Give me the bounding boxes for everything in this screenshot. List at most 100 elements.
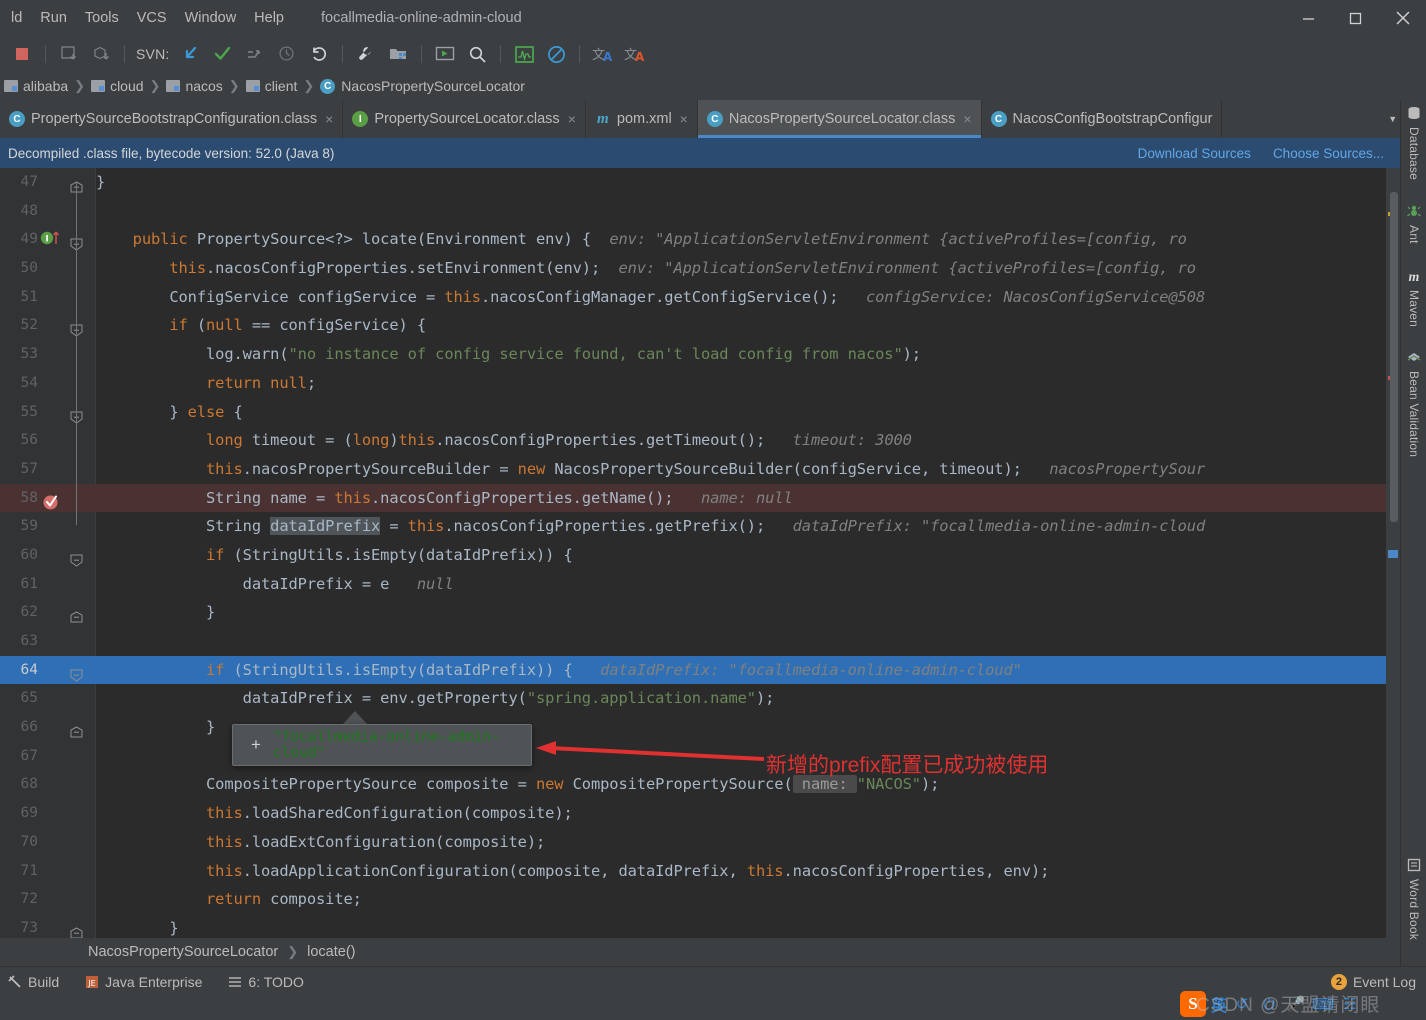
tab-nacos-config-bootstrap-configuration[interactable]: C NacosConfigBootstrapConfigur: [982, 100, 1223, 138]
code-line-70[interactable]: 70 this.loadExtConfiguration(composite);: [0, 828, 1400, 857]
download-sources-link[interactable]: Download Sources: [1138, 146, 1251, 161]
sidebar-item-ant[interactable]: Ant: [1401, 204, 1426, 244]
menu-bar: ld Run Tools VCS Window Help: [0, 7, 293, 29]
status-item-java-enterprise[interactable]: JE Java Enterprise: [85, 974, 202, 990]
choose-sources-link[interactable]: Choose Sources...: [1273, 146, 1384, 161]
breakpoint-verified-icon[interactable]: [42, 493, 60, 516]
code-line-73[interactable]: 73 }: [0, 914, 1400, 938]
fold-end-icon[interactable]: [70, 922, 83, 938]
value-hint-popup[interactable]: + "focallmedia-online-admin-cloud": [232, 724, 532, 766]
menu-item-build[interactable]: ld: [2, 7, 31, 29]
sidebar-item-database[interactable]: Database: [1401, 106, 1426, 180]
code-line-62[interactable]: 62 }: [0, 598, 1400, 627]
code-line-57[interactable]: 57 this.nacosPropertySourceBuilder = new…: [0, 455, 1400, 484]
breadcrumb-item-class[interactable]: C NacosPropertySourceLocator: [320, 78, 525, 94]
translate-red-icon[interactable]: 文A: [622, 41, 648, 67]
code-line-60[interactable]: 60 if (StringUtils.isEmpty(dataIdPrefix)…: [0, 541, 1400, 570]
tab-property-source-locator[interactable]: I PropertySourceLocator.class ×: [343, 100, 586, 138]
code-line-48[interactable]: 48: [0, 197, 1400, 226]
code-line-54[interactable]: 54 return null;: [0, 369, 1400, 398]
status-item-todo[interactable]: 6: TODO: [228, 974, 304, 990]
close-icon[interactable]: ×: [568, 111, 576, 127]
fold-start-icon[interactable]: [70, 549, 83, 567]
search-icon[interactable]: [464, 41, 490, 67]
code-line-61[interactable]: 61 dataIdPrefix = e null: [0, 570, 1400, 599]
sidebar-item-maven[interactable]: m Maven: [1401, 270, 1426, 327]
minimize-icon[interactable]: [1285, 0, 1332, 36]
code-line-72[interactable]: 72 return composite;: [0, 885, 1400, 914]
build-project-icon[interactable]: [385, 41, 411, 67]
sidebar-item-bean-validation[interactable]: Bean Validation: [1401, 350, 1426, 457]
revert-icon[interactable]: [306, 41, 332, 67]
bottom-breadcrumb-method[interactable]: locate(): [307, 944, 355, 960]
code-text: this.nacosPropertySourceBuilder = new Na…: [206, 459, 1206, 478]
code-line-69[interactable]: 69 this.loadSharedConfiguration(composit…: [0, 799, 1400, 828]
editor-scrollbar-vertical[interactable]: [1386, 168, 1400, 938]
svn-commit-check-icon[interactable]: [210, 41, 236, 67]
stop-icon[interactable]: [9, 41, 35, 67]
breadcrumb-item-cloud[interactable]: cloud: [91, 78, 144, 94]
menu-item-tools[interactable]: Tools: [76, 7, 128, 29]
wrench-icon[interactable]: [353, 41, 379, 67]
code-line-49[interactable]: 49 public PropertySource<?> locate(Envir…: [0, 225, 1400, 254]
svn-merge-icon[interactable]: [242, 41, 268, 67]
implemented-method-icon[interactable]: I: [40, 230, 62, 251]
menu-item-window[interactable]: Window: [176, 7, 246, 29]
code-line-50[interactable]: 50 this.nacosConfigProperties.setEnviron…: [0, 254, 1400, 283]
close-icon[interactable]: ×: [325, 111, 333, 127]
tab-nacos-property-source-locator[interactable]: C NacosPropertySourceLocator.class ×: [697, 100, 982, 138]
history-icon[interactable]: [274, 41, 300, 67]
code-line-59[interactable]: 59 String dataIdPrefix = this.nacosConfi…: [0, 512, 1400, 541]
code-line-51[interactable]: 51 ConfigService configService = this.na…: [0, 283, 1400, 312]
line-number: 50: [20, 260, 38, 277]
code-line-58[interactable]: 58 String name = this.nacosConfigPropert…: [0, 483, 1400, 513]
toolbox-icon[interactable]: ☷: [1338, 992, 1362, 1016]
code-line-56[interactable]: 56 long timeout = (long)this.nacosConfig…: [0, 426, 1400, 455]
tab-property-source-bootstrap-configuration[interactable]: C PropertySourceBootstrapConfiguration.c…: [0, 100, 344, 138]
breadcrumb-item-client[interactable]: client: [245, 78, 297, 94]
code-line-71[interactable]: 71 this.loadApplicationConfiguration(com…: [0, 857, 1400, 886]
commit-icon[interactable]: [88, 41, 114, 67]
tab-pom-xml[interactable]: m pom.xml ×: [586, 100, 698, 138]
tab-label: PropertySourceBootstrapConfiguration.cla…: [31, 111, 318, 127]
monitor-icon[interactable]: [511, 41, 537, 67]
svn-update-icon[interactable]: [178, 41, 204, 67]
power-icon[interactable]: ⏻: [1257, 992, 1281, 1016]
code-editor[interactable]: 47} 48 49 public PropertySource<?> locate(…: [0, 168, 1400, 938]
refresh-icon[interactable]: ↺: [1230, 992, 1254, 1016]
code-line-55[interactable]: 55 } else {: [0, 398, 1400, 427]
breadcrumb-item-nacos[interactable]: nacos: [166, 78, 223, 94]
code-line-47[interactable]: 47}: [0, 168, 1400, 197]
code-line-64[interactable]: 64 if (StringUtils.isEmpty(dataIdPrefix)…: [0, 655, 1400, 685]
code-line-65[interactable]: 65 dataIdPrefix = env.getProperty("sprin…: [0, 684, 1400, 713]
fold-start-icon[interactable]: [70, 664, 83, 682]
line-number: 54: [20, 374, 38, 391]
code-line-53[interactable]: 53 log.warn("no instance of config servi…: [0, 340, 1400, 369]
fold-end-icon[interactable]: [70, 606, 83, 623]
code-line-63[interactable]: 63: [0, 627, 1400, 656]
status-item-build[interactable]: Build: [8, 974, 59, 990]
no-entry-icon[interactable]: [543, 41, 569, 67]
run-config-icon[interactable]: [432, 41, 458, 67]
menu-item-help[interactable]: Help: [245, 7, 293, 29]
update-project-icon[interactable]: [56, 41, 82, 67]
scrollbar-thumb-vertical[interactable]: [1390, 192, 1398, 522]
bottom-breadcrumb-class[interactable]: NacosPropertySourceLocator: [88, 944, 278, 960]
menu-item-run[interactable]: Run: [31, 7, 76, 29]
fold-end-icon[interactable]: [70, 721, 83, 738]
sidebar-item-word-book[interactable]: Word Book: [1401, 858, 1426, 940]
translate-blue-icon[interactable]: 文A: [590, 41, 616, 67]
breadcrumb-item-alibaba[interactable]: alibaba: [4, 78, 68, 94]
close-icon[interactable]: ×: [680, 111, 688, 127]
menu-item-vcs[interactable]: VCS: [128, 7, 176, 29]
code-line-68[interactable]: 68 CompositePropertySource composite = n…: [0, 770, 1400, 799]
sogou-logo-icon[interactable]: S: [1180, 991, 1206, 1017]
maximize-icon[interactable]: [1332, 0, 1379, 36]
ime-mode-label[interactable]: 英: [1211, 992, 1227, 1016]
close-icon[interactable]: ×: [963, 111, 971, 127]
mic-icon[interactable]: 🎤: [1284, 992, 1308, 1016]
ime-toolbar[interactable]: S 英 ↺ ⏻ 🎤 ⌨ ☷: [1180, 988, 1426, 1020]
close-icon[interactable]: [1379, 0, 1426, 36]
code-line-52[interactable]: 52 if (null == configService) {: [0, 311, 1400, 340]
keyboard-icon[interactable]: ⌨: [1311, 992, 1335, 1016]
